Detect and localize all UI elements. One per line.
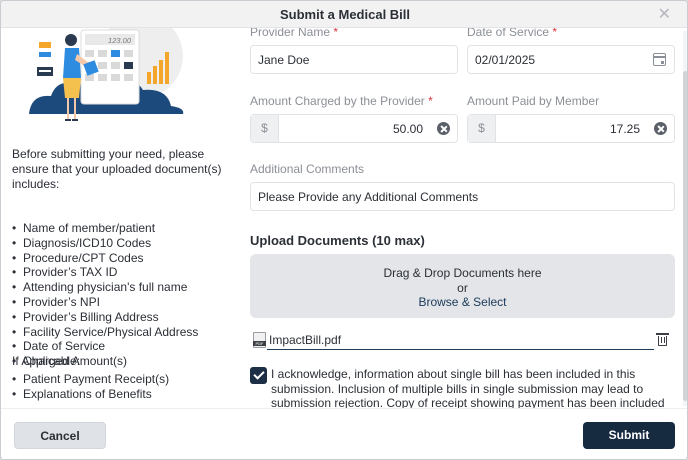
provider-name-label: Provider Name * bbox=[250, 28, 338, 39]
list-item: Provider’s NPI bbox=[12, 295, 198, 310]
comments-input[interactable]: Please Provide any Additional Comments bbox=[250, 182, 675, 211]
dropzone-text: Drag & Drop Documents here bbox=[383, 266, 542, 280]
uploaded-file-row: PDF ImpactBill.pdf bbox=[250, 330, 675, 350]
list-item: Provider’s Billing Address bbox=[12, 310, 198, 325]
provider-name-value: Jane Doe bbox=[258, 53, 310, 67]
acknowledge-checkbox[interactable] bbox=[250, 367, 267, 384]
pdf-file-icon: PDF bbox=[253, 332, 266, 348]
list-item: Patient Payment Receipt(s) bbox=[12, 372, 169, 387]
provider-name-input[interactable]: Jane Doe bbox=[250, 45, 458, 74]
date-of-service-input[interactable]: 02/01/2025 bbox=[467, 45, 675, 74]
required-asterisk: * bbox=[428, 94, 433, 108]
dollar-prefix: $ bbox=[251, 115, 279, 142]
instructions-panel: 123.00 Before submitting your need, plea… bbox=[1, 28, 237, 408]
medical-bill-illustration: 123.00 bbox=[29, 28, 184, 121]
form-panel: Provider Name * Jane Doe Date of Service… bbox=[250, 28, 680, 408]
browse-select-link[interactable]: Browse & Select bbox=[250, 295, 675, 309]
clear-icon[interactable] bbox=[654, 122, 667, 135]
amount-charged-label: Amount Charged by the Provider * bbox=[250, 94, 433, 108]
date-of-service-label: Date of Service * bbox=[467, 28, 557, 39]
list-item: Explanations of Benefits bbox=[12, 387, 169, 402]
list-item: Procedure/CPT Codes bbox=[12, 251, 198, 266]
amount-charged-value: 50.00 bbox=[392, 122, 423, 136]
submit-medical-bill-dialog: Submit a Medical Bill ✕ 123.00 Before su… bbox=[0, 0, 688, 460]
cancel-button[interactable]: Cancel bbox=[14, 422, 106, 449]
upload-title: Upload Documents (10 max) bbox=[250, 233, 425, 248]
scrollbar-thumb[interactable] bbox=[683, 71, 687, 401]
list-item: Diagnosis/ICD10 Codes bbox=[12, 236, 198, 251]
close-icon[interactable]: ✕ bbox=[658, 4, 671, 24]
dialog-footer: Cancel Submit bbox=[1, 408, 687, 459]
amount-paid-label: Amount Paid by Member bbox=[467, 94, 600, 108]
submit-button[interactable]: Submit bbox=[583, 422, 675, 449]
list-item: Date of Service bbox=[12, 339, 198, 354]
acknowledge-text: I acknowledge, information about single … bbox=[271, 367, 665, 408]
if-applicable-list: Patient Payment Receipt(s) Explanations … bbox=[12, 372, 169, 402]
required-asterisk: * bbox=[333, 28, 339, 39]
list-item: Provider’s TAX ID bbox=[12, 265, 198, 280]
calculator-display-text: 123.00 bbox=[108, 36, 132, 45]
list-item: Facility Service/Physical Address bbox=[12, 325, 198, 340]
dialog-title: Submit a Medical Bill bbox=[279, 7, 411, 22]
trash-icon[interactable] bbox=[656, 333, 669, 346]
amount-charged-input[interactable]: $ 50.00 bbox=[250, 114, 458, 143]
amount-paid-input[interactable]: $ 17.25 bbox=[467, 114, 675, 143]
instructions-intro: Before submitting your need, please ensu… bbox=[12, 147, 222, 191]
clear-icon[interactable] bbox=[437, 122, 450, 135]
dropzone-or-text: or bbox=[457, 281, 468, 295]
amount-paid-value: 17.25 bbox=[609, 122, 640, 136]
if-applicable-label: If Applicable: bbox=[12, 354, 81, 368]
required-items-list: Name of member/patient Diagnosis/ICD10 C… bbox=[12, 221, 198, 369]
calendar-icon[interactable] bbox=[653, 53, 666, 66]
scrollbar[interactable] bbox=[683, 31, 687, 406]
dollar-prefix: $ bbox=[468, 115, 496, 142]
comments-value: Please Provide any Additional Comments bbox=[258, 190, 479, 204]
dialog-header: Submit a Medical Bill ✕ bbox=[1, 1, 687, 28]
required-asterisk: * bbox=[552, 28, 558, 39]
list-item: Name of member/patient bbox=[12, 221, 198, 236]
file-underline bbox=[267, 349, 654, 350]
uploaded-file-name: ImpactBill.pdf bbox=[269, 333, 342, 347]
comments-label: Additional Comments bbox=[250, 162, 365, 176]
upload-dropzone[interactable]: Drag & Drop Documents here or Browse & S… bbox=[250, 254, 675, 318]
date-of-service-value: 02/01/2025 bbox=[475, 53, 536, 67]
list-item: Attending physician's full name bbox=[12, 280, 198, 295]
